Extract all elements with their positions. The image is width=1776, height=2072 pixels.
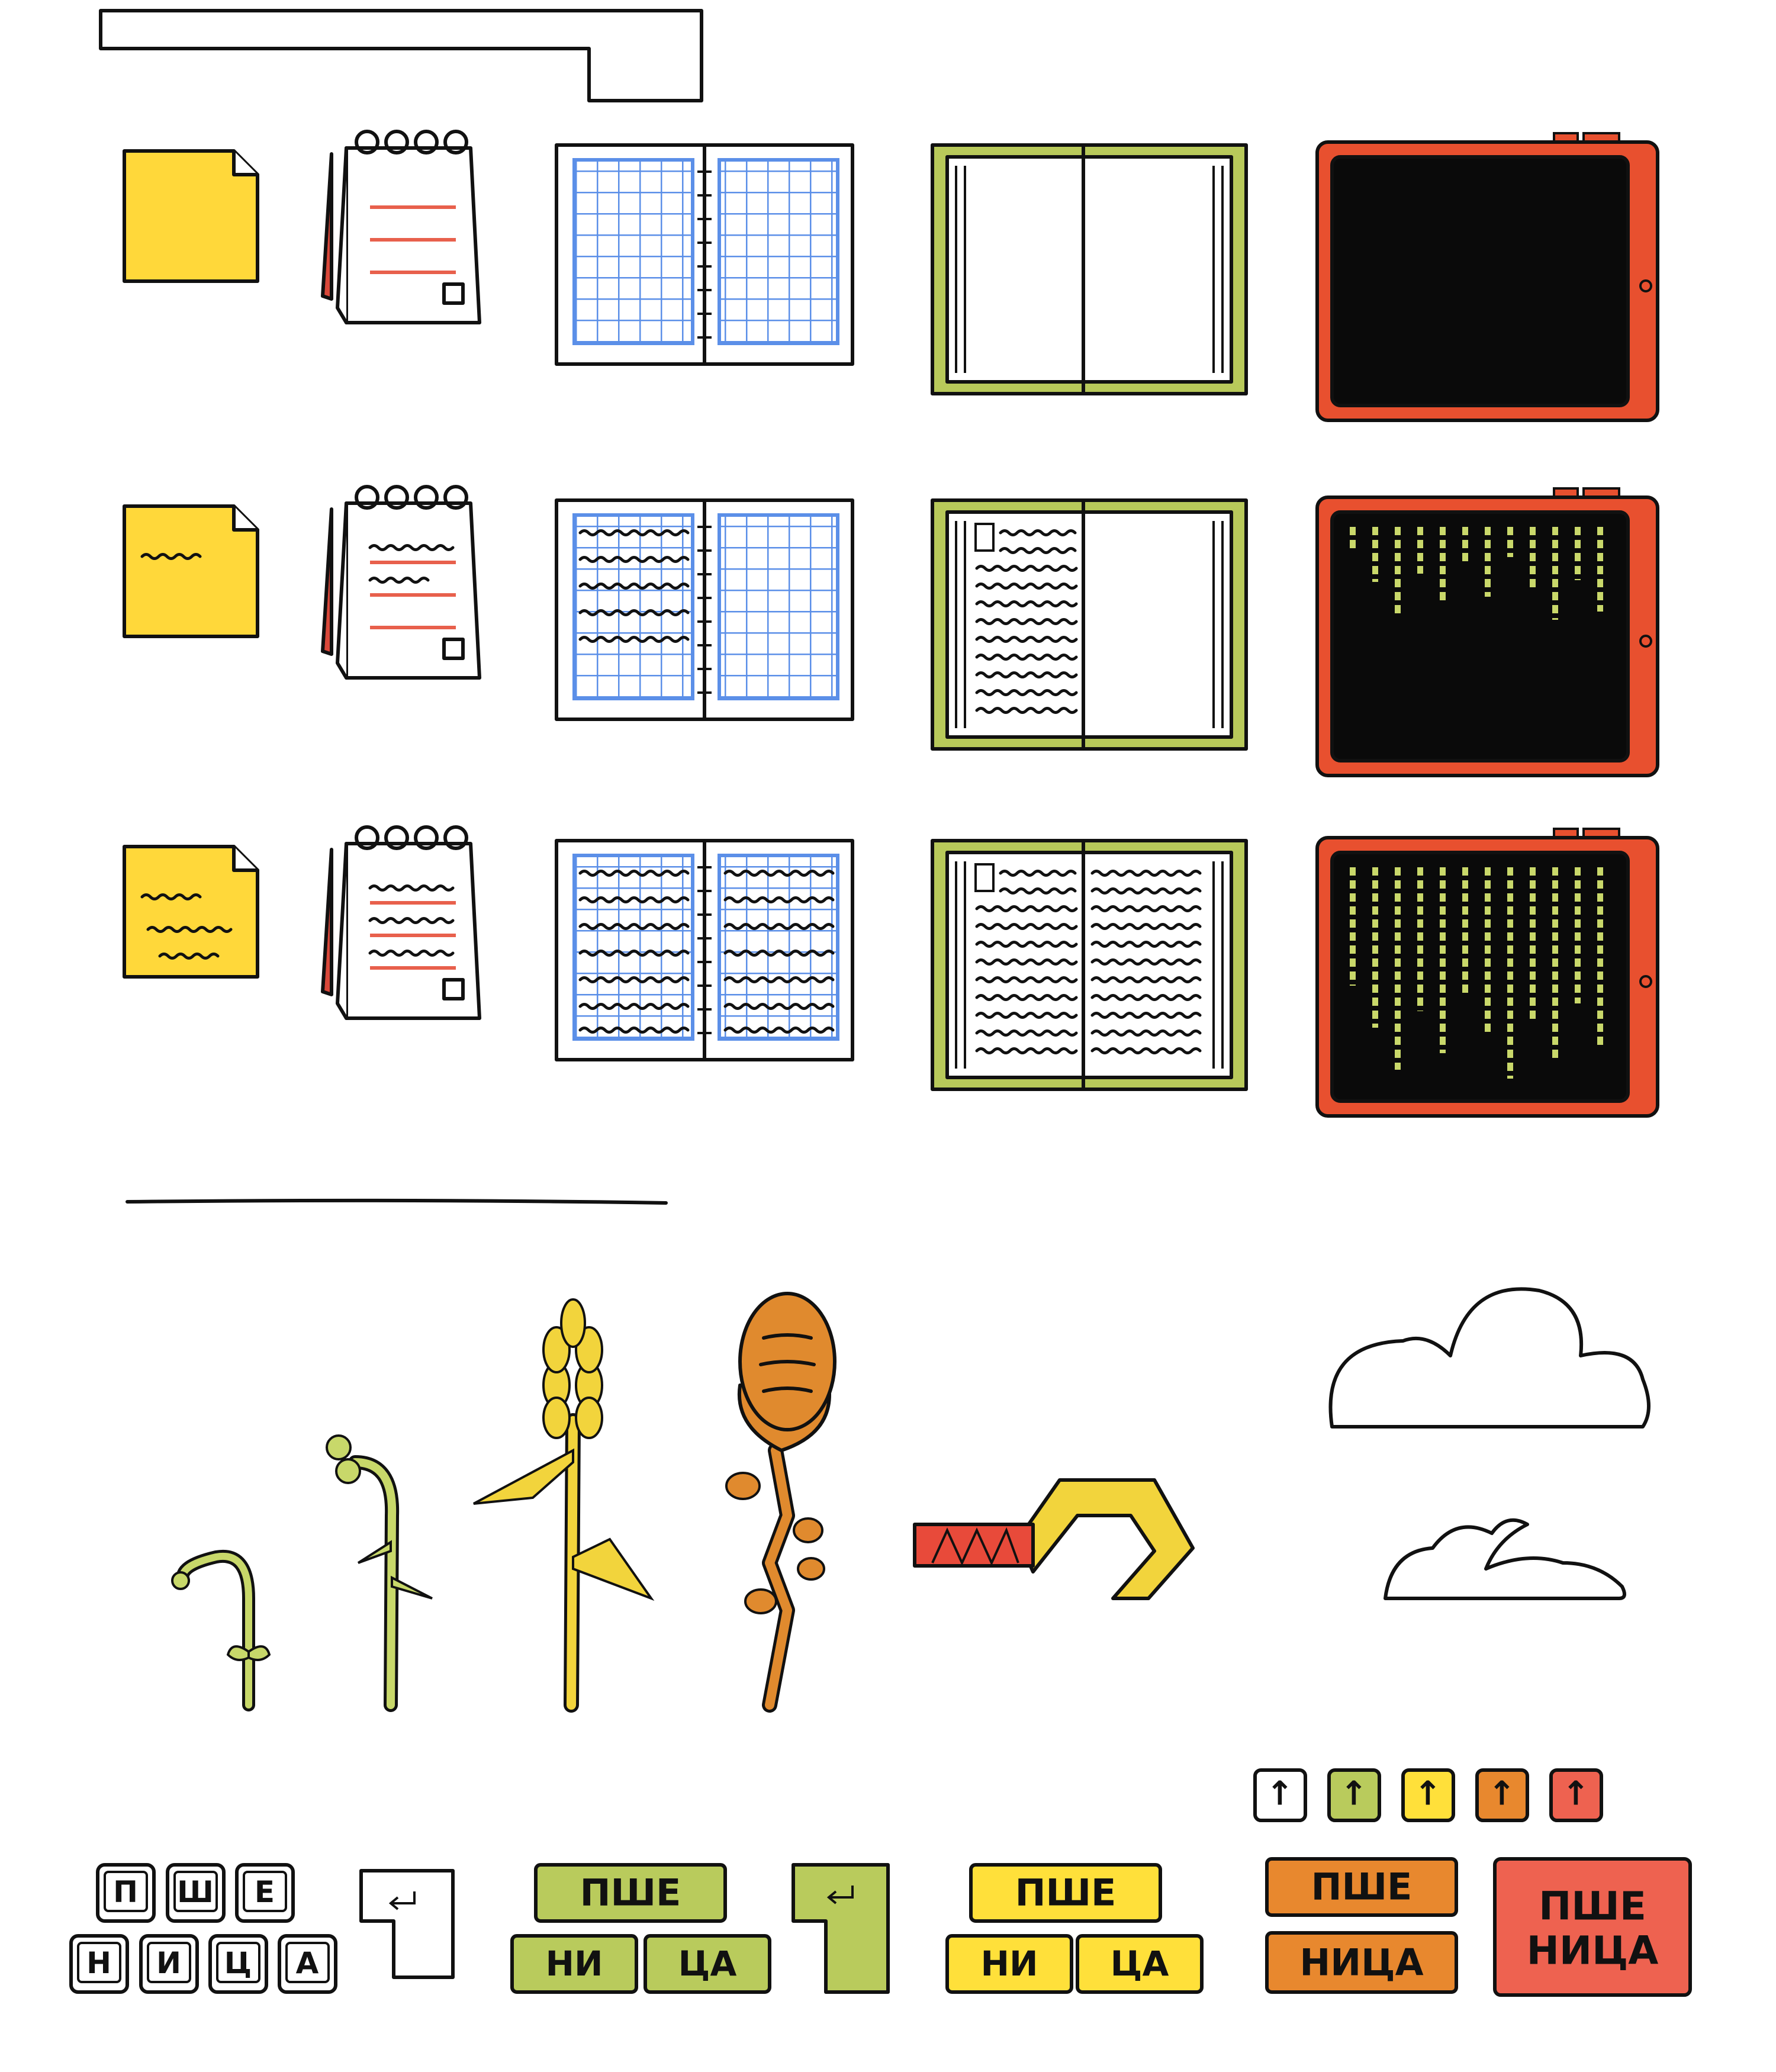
- green-bottom-label-1: НИ: [545, 1944, 603, 1984]
- book-partial: [931, 498, 1248, 751]
- cloud-large-icon: [1328, 1287, 1650, 1428]
- sticky-note-empty: [123, 149, 259, 283]
- tablet-partial: [1315, 487, 1659, 777]
- letter-key-label: Ш: [177, 1875, 214, 1909]
- letter-key-5[interactable]: И: [139, 1934, 199, 1994]
- letter-key-6[interactable]: Ц: [208, 1934, 268, 1994]
- grid-notebook-empty: [555, 143, 854, 366]
- arrow-up-icon: ↑: [1488, 1775, 1516, 1813]
- orange-word-keys: ПШЕ НИЦА: [1265, 1857, 1458, 1994]
- sprout-medium-icon: [326, 1434, 433, 1712]
- sticky-note-full: [123, 845, 259, 979]
- wheat-stalk-icon: [473, 1298, 655, 1713]
- letter-key-2[interactable]: Ш: [166, 1863, 226, 1923]
- enter-key-white[interactable]: [359, 1869, 455, 1979]
- grid-notebook-partial: [555, 498, 854, 721]
- arrow-up-icon: ↑: [1562, 1775, 1590, 1813]
- grid-notebook-full: [555, 839, 854, 1061]
- letter-key-4[interactable]: Н: [69, 1934, 129, 1994]
- tablet-full: [1315, 828, 1659, 1118]
- letter-key-label: Н: [86, 1946, 111, 1980]
- book-full: [931, 839, 1248, 1091]
- enter-key-green[interactable]: [792, 1863, 890, 1994]
- red-word-key[interactable]: ПШЕ НИЦА: [1493, 1857, 1692, 1997]
- green-word-keys: ПШЕ НИ ЦА: [510, 1863, 771, 1994]
- orange-top-label: ПШЕ: [1311, 1865, 1413, 1909]
- letter-key-1[interactable]: П: [96, 1863, 156, 1923]
- red-label-line1: ПШЕ: [1539, 1884, 1646, 1929]
- letter-key-label: А: [296, 1946, 319, 1980]
- letter-key-label: Е: [255, 1875, 275, 1909]
- yellow-bottom-label-2: ЦА: [1111, 1944, 1169, 1984]
- yellow-bottom-label-1: НИ: [980, 1944, 1038, 1984]
- sticky-note-partial: [123, 504, 259, 638]
- notepad-full: [321, 825, 481, 1020]
- notepad-partial: [321, 485, 481, 680]
- arrow-up-icon: ↑: [1340, 1775, 1368, 1813]
- green-bottom-label-2: ЦА: [678, 1944, 737, 1984]
- letter-key-label: П: [113, 1875, 138, 1909]
- letter-key-label: И: [156, 1946, 181, 1980]
- arrow-up-key-3[interactable]: ↑: [1401, 1768, 1455, 1822]
- letter-key-label: Ц: [224, 1946, 252, 1980]
- tablet-empty: [1315, 132, 1659, 422]
- arrow-up-key-4[interactable]: ↑: [1475, 1768, 1529, 1822]
- orange-bottom-label: НИЦА: [1299, 1941, 1423, 1984]
- arrow-up-icon: ↑: [1266, 1775, 1294, 1813]
- white-key-group: П Ш Е Н И Ц А: [69, 1863, 337, 1994]
- illustration-sheet: ↑ ↑ ↑ ↑ ↑ П Ш ЕН И Ц А ПШЕ НИ ЦА ПШЕ НИ ЦА ПШЕ НИ…: [69, 9, 1692, 1997]
- arrow-up-key-1[interactable]: ↑: [1253, 1768, 1307, 1822]
- arrow-up-icon: ↑: [1414, 1775, 1442, 1813]
- book-empty: [931, 143, 1248, 395]
- arrow-up-key-5[interactable]: ↑: [1549, 1768, 1603, 1822]
- sprout-small-icon: [171, 1549, 271, 1711]
- notepad-empty: [321, 130, 481, 324]
- letter-key-3[interactable]: Е: [235, 1863, 295, 1923]
- yellow-top-label: ПШЕ: [1015, 1871, 1117, 1915]
- red-label-line2: НИЦА: [1527, 1928, 1659, 1974]
- header-frame: [99, 9, 703, 102]
- bread-stalk-icon: [725, 1292, 836, 1713]
- section-divider: [126, 1198, 668, 1205]
- yellow-word-keys: ПШЕ НИ ЦА: [945, 1863, 1204, 1994]
- cloud-small-icon: [1384, 1518, 1626, 1600]
- letter-key-7[interactable]: А: [278, 1934, 337, 1994]
- sickle-icon: [913, 1478, 1195, 1600]
- arrow-up-key-2[interactable]: ↑: [1327, 1768, 1381, 1822]
- green-top-label: ПШЕ: [580, 1871, 681, 1915]
